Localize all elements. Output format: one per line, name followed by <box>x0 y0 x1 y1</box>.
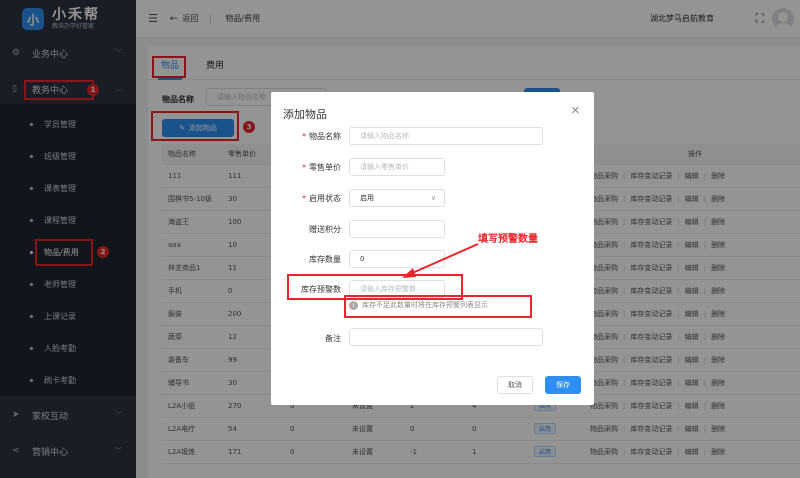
bonus-points-input[interactable] <box>349 220 445 238</box>
field-label-points: 赠送积分 <box>309 225 341 234</box>
item-name-input[interactable]: 请输入物品名称 <box>349 127 543 145</box>
chevron-down-icon: ∨ <box>430 194 436 202</box>
field-label-warning: 库存预警数 <box>301 285 341 294</box>
cancel-button[interactable]: 取消 <box>497 376 533 394</box>
field-label-stock: 库存数量 <box>309 255 341 264</box>
add-item-dialog: 添加物品 ✕ * 物品名称 请输入物品名称 * 零售单价 请输入零售单价 * 启用状态… <box>271 92 594 405</box>
annotation-text: 填写预警数量 <box>478 234 538 245</box>
close-icon[interactable]: ✕ <box>571 104 580 117</box>
status-select[interactable]: 启用 ∨ <box>349 189 445 207</box>
field-label-remark: 备注 <box>325 334 341 343</box>
remark-input[interactable] <box>349 328 543 346</box>
dialog-title: 添加物品 <box>283 108 327 121</box>
stock-warning-input[interactable]: 请输入库存预警数 <box>349 280 445 298</box>
field-label-status: * 启用状态 <box>302 194 341 203</box>
retail-price-input[interactable]: 请输入零售单价 <box>349 158 445 176</box>
status-value: 启用 <box>360 194 374 202</box>
save-button[interactable]: 保存 <box>545 376 581 394</box>
warning-hint: i 库存不足此数量时将在库存预警列表显示 <box>349 300 488 310</box>
field-label-name: * 物品名称 <box>302 132 341 141</box>
hint-text: 库存不足此数量时将在库存预警列表显示 <box>362 301 488 309</box>
field-label-price: * 零售单价 <box>302 163 341 172</box>
info-icon: i <box>349 300 358 310</box>
stock-quantity-input[interactable]: 0 <box>349 250 445 268</box>
